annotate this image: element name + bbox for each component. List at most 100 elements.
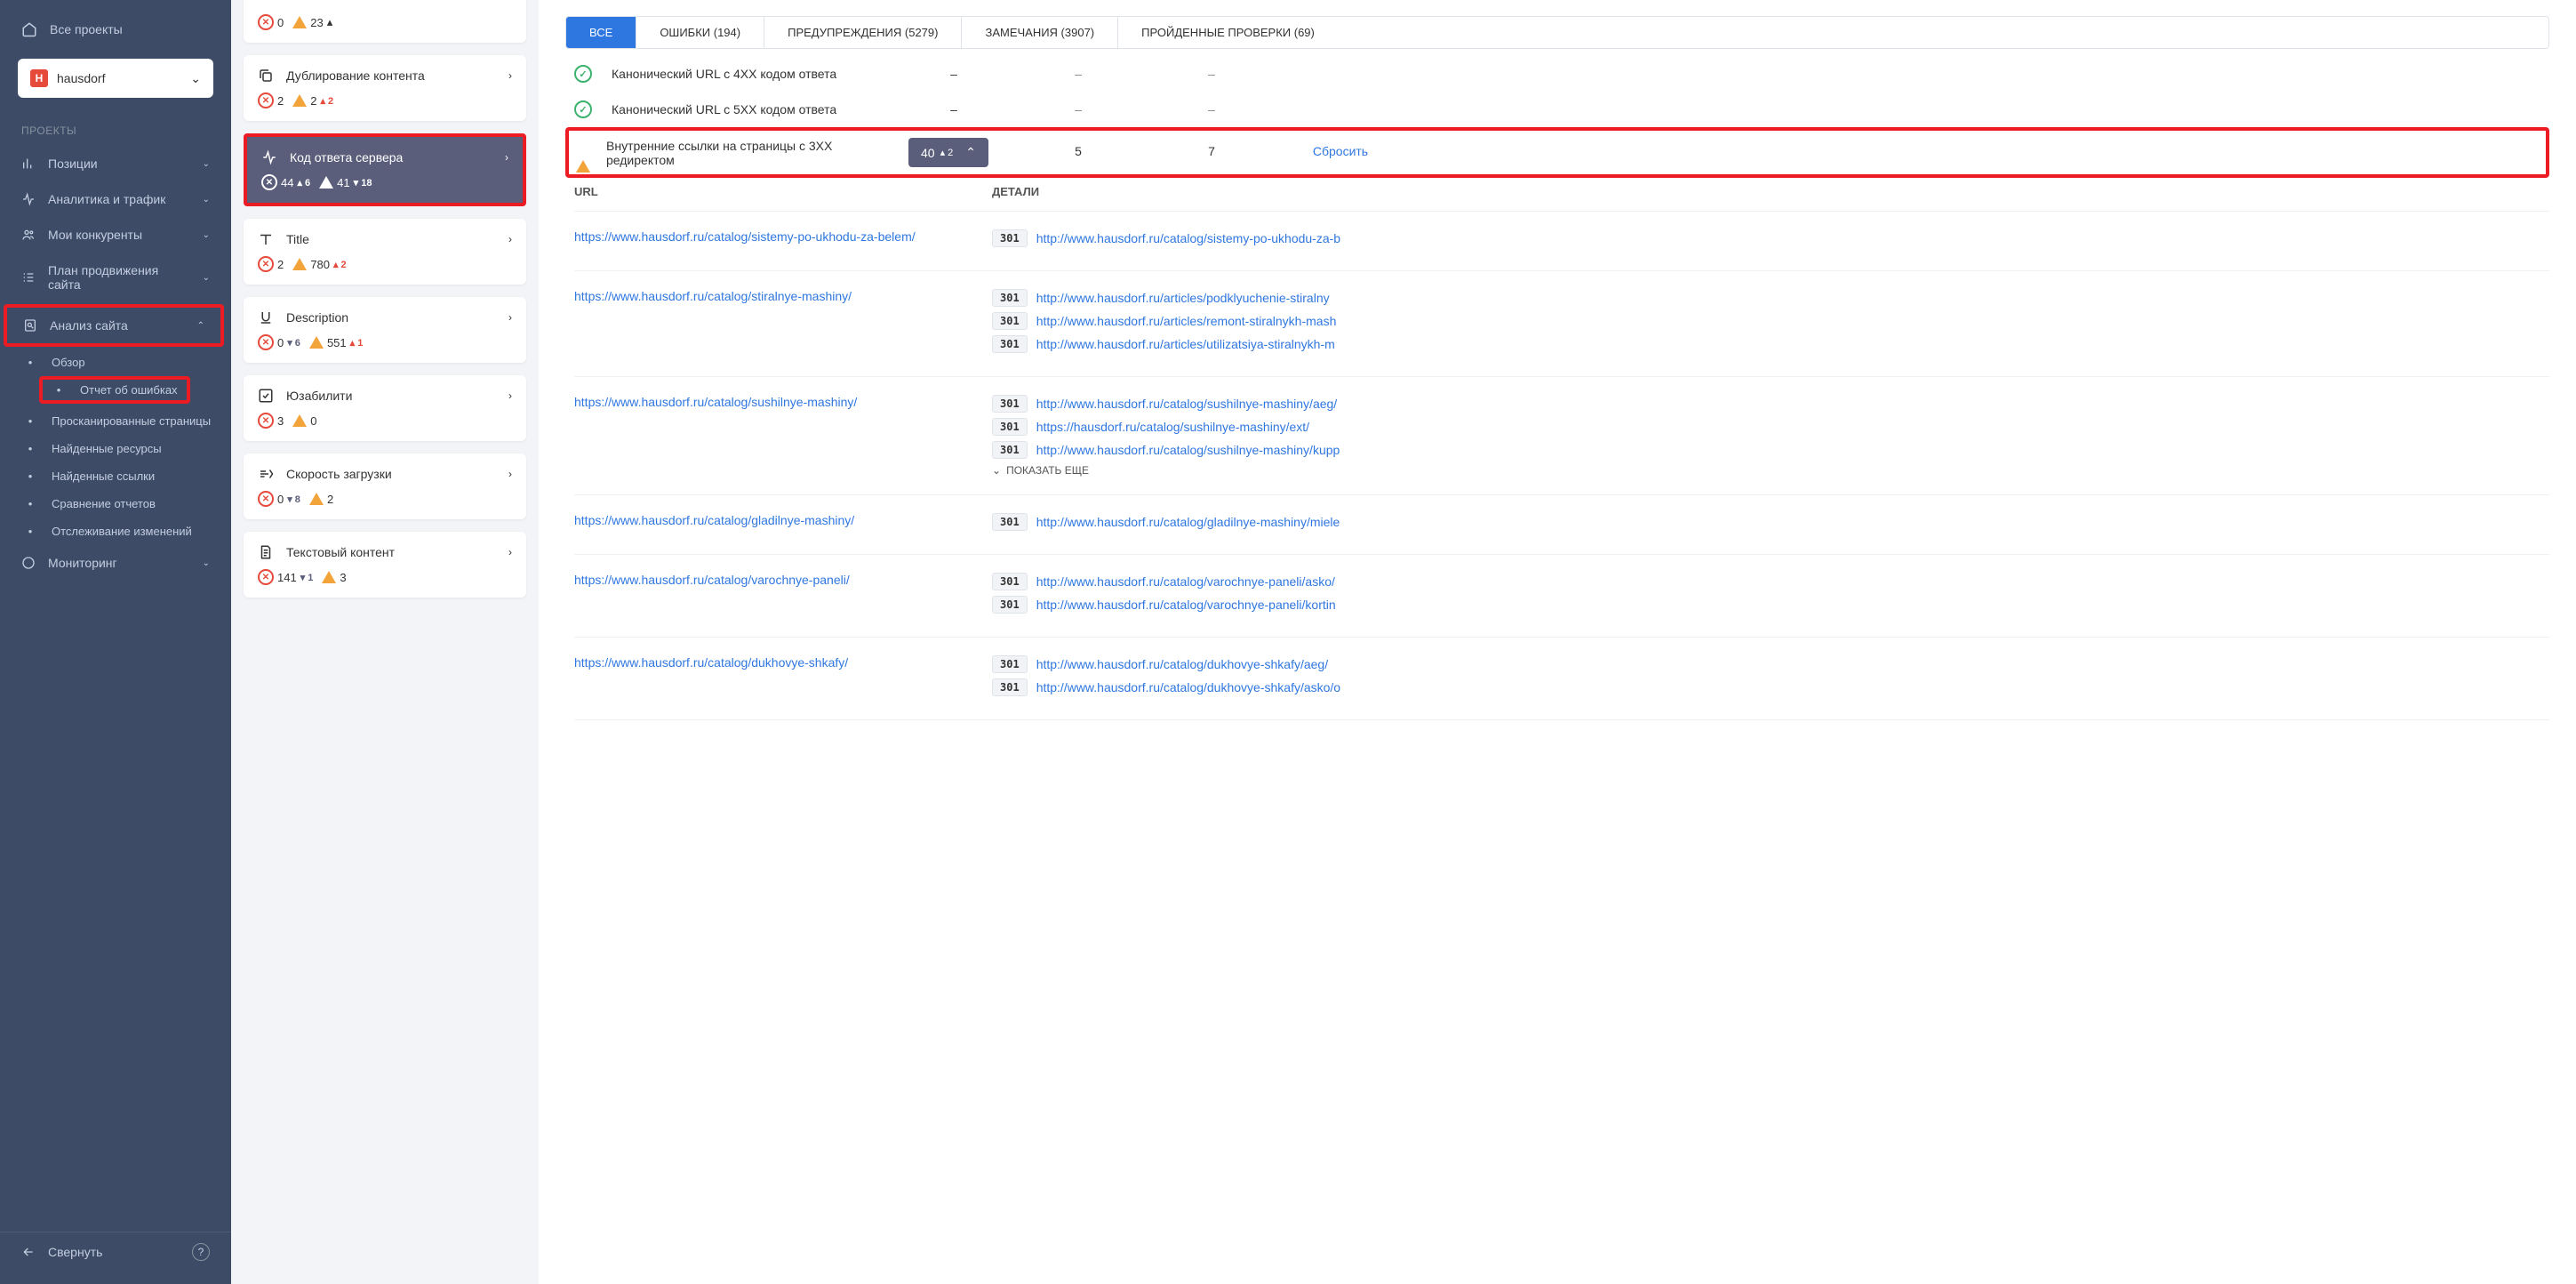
detail-link[interactable]: http://www.hausdorf.ru/catalog/varochnye… [1036,574,1335,589]
document-icon [258,544,274,560]
detail-link[interactable]: http://www.hausdorf.ru/catalog/sushilnye… [1036,397,1338,411]
chevron-right-icon: › [508,233,512,245]
sub-compare-reports[interactable]: •Сравнение отчетов [21,490,231,518]
detail-line: 301http://www.hausdorf.ru/catalog/sushil… [992,441,2549,459]
status-code-badge: 301 [992,678,1028,696]
category-server-response[interactable]: Код ответа сервера › ✕44▴ 6 41▾ 18 [247,137,523,203]
tab-notices[interactable]: ЗАМЕЧАНИЯ (3907) [962,17,1118,48]
sub-error-report[interactable]: •Отчет об ошибках [43,380,187,400]
issue-canonical-4xx[interactable]: ✓ Канонический URL с 4XX кодом ответа – … [574,56,2549,92]
nav-label: Позиции [48,156,98,171]
sub-label: Найденные ссылки [52,469,155,483]
url-link[interactable]: https://www.hausdorf.ru/catalog/sistemy-… [574,229,916,244]
sub-found-links[interactable]: •Найденные ссылки [21,462,231,490]
sidebar: Все проекты H hausdorf ⌄ ПРОЕКТЫ Позиции… [0,0,231,1284]
nav-positions[interactable]: Позиции ⌄ [0,146,231,181]
detail-link[interactable]: http://www.hausdorf.ru/catalog/sistemy-p… [1036,231,1340,245]
detail-link[interactable]: http://www.hausdorf.ru/articles/podklyuc… [1036,291,1330,305]
category-duplication[interactable]: Дублирование контента › ✕2 2▴ 2 [244,55,526,121]
issue-label: Канонический URL с 4XX кодом ответа [612,67,887,81]
highlight-site-analysis: Анализ сайта ⌃ [4,304,224,347]
project-selector[interactable]: H hausdorf ⌄ [18,59,213,98]
tab-all[interactable]: ВСЕ [566,17,636,48]
reset-link[interactable]: Сбросить [1287,144,1394,158]
help-icon[interactable]: ? [192,1243,210,1261]
copy-icon [258,68,274,84]
col-val: – [1020,67,1136,81]
url-link[interactable]: https://www.hausdorf.ru/catalog/dukhovye… [574,655,848,670]
url-link[interactable]: https://www.hausdorf.ru/catalog/stiralny… [574,289,852,303]
tab-passed[interactable]: ПРОЙДЕННЫЕ ПРОВЕРКИ (69) [1118,17,1338,48]
detail-link[interactable]: http://www.hausdorf.ru/articles/utilizat… [1036,337,1335,351]
err-count: 0 [277,493,284,506]
issues-list: ✓ Канонический URL с 4XX кодом ответа – … [539,56,2576,167]
category-usability[interactable]: Юзабилити › ✕3 0 [244,375,526,441]
delta: ▾ 18 [354,177,372,189]
category-title[interactable]: Title › ✕2 780▴ 2 [244,219,526,285]
nav-label: Аналитика и трафик [48,192,165,206]
category-description[interactable]: Description › ✕0▾ 6 551▴ 1 [244,297,526,363]
url-column-header: URL [574,185,992,198]
status-code-badge: 301 [992,312,1028,330]
issue-canonical-5xx[interactable]: ✓ Канонический URL с 5XX кодом ответа – … [574,92,2549,127]
nav-competitors[interactable]: Мои конкуренты ⌄ [0,217,231,253]
col-val [1287,67,1394,81]
check-icon: ✓ [574,100,592,118]
chevron-right-icon: › [508,389,512,402]
status-code-badge: 301 [992,395,1028,413]
sub-label: Отчет об ошибках [80,383,178,397]
err-count: 2 [277,258,284,271]
nav-monitoring[interactable]: Мониторинг ⌄ [0,545,231,581]
url-link[interactable]: https://www.hausdorf.ru/catalog/gladilny… [574,513,854,527]
url-link[interactable]: https://www.hausdorf.ru/catalog/varochny… [574,573,850,587]
nav-promo-plan[interactable]: План продвижения сайта ⌄ [0,253,231,302]
status-code-badge: 301 [992,596,1028,614]
collapse-sidebar[interactable]: Свернуть ? [0,1232,231,1272]
table-row: https://www.hausdorf.ru/catalog/stiralny… [574,271,2549,377]
warn-count: 2 [310,94,316,108]
detail-line: 301 http://www.hausdorf.ru/articles/podkl… [992,289,2549,307]
detail-line: 301 http://www.hausdorf.ru/articles/remon… [992,312,2549,330]
detail-link[interactable]: http://www.hausdorf.ru/catalog/varochnye… [1036,598,1336,612]
nav-site-analysis[interactable]: Анализ сайта ⌃ [7,308,220,343]
project-icon: H [30,69,48,87]
show-more-button[interactable]: ⌄ ПОКАЗАТЬ ЕЩЕ [992,464,2549,477]
sub-overview[interactable]: •Обзор [21,349,231,376]
check-icon: ✓ [574,65,592,83]
err-count: 0 [277,16,284,29]
collapse-label: Свернуть [48,1245,102,1259]
sub-crawled-pages[interactable]: •Просканированные страницы [21,407,231,435]
sub-track-changes[interactable]: •Отслеживание изменений [21,518,231,545]
detail-line: 301http://www.hausdorf.ru/catalog/dukhov… [992,655,2549,673]
category-partial[interactable]: ✕0 23 ▴ [244,0,526,43]
count-badge[interactable]: 40▴ 2⌃ [908,138,988,167]
error-icon: ✕ [258,14,274,30]
url-link[interactable]: https://www.hausdorf.ru/catalog/sushilny… [574,395,857,409]
detail-link[interactable]: http://www.hausdorf.ru/catalog/sushilnye… [1036,443,1340,457]
nav-label: План продвижения сайта [48,263,190,292]
cat-title: Юзабилити [286,389,352,403]
detail-link[interactable]: http://www.hausdorf.ru/catalog/gladilnye… [1036,515,1340,529]
tab-warnings[interactable]: ПРЕДУПРЕЖДЕНИЯ (5279) [764,17,962,48]
all-projects-link[interactable]: Все проекты [0,12,231,46]
chevron-right-icon: › [508,311,512,324]
detail-line: 301http://www.hausdorf.ru/articles/utili… [992,335,2549,353]
sub-label: Сравнение отчетов [52,497,156,510]
status-code-badge: 301 [992,289,1028,307]
warn-count: 23 [310,16,323,29]
detail-link[interactable]: https://hausdorf.ru/catalog/sushilnye-ma… [1036,420,1309,434]
chevron-down-icon: ⌄ [203,230,210,240]
detail-link[interactable]: http://www.hausdorf.ru/catalog/dukhovye-… [1036,680,1340,694]
sub-found-resources[interactable]: •Найденные ресурсы [21,435,231,462]
nav-analytics[interactable]: Аналитика и трафик ⌄ [0,181,231,217]
category-speed[interactable]: Скорость загрузки › ✕0▾ 8 2 [244,453,526,519]
detail-link[interactable]: http://www.hausdorf.ru/articles/remont-s… [1036,314,1337,328]
cat-title: Description [286,310,348,325]
tab-errors[interactable]: ОШИБКИ (194) [636,17,764,48]
err-count: 0 [277,336,284,349]
sidebar-footer: Свернуть ? [0,1232,231,1272]
dot-icon: • [21,356,39,369]
detail-link[interactable]: http://www.hausdorf.ru/catalog/dukhovye-… [1036,657,1328,671]
detail-line: 301http://www.hausdorf.ru/catalog/gladil… [992,513,2549,531]
category-text-content[interactable]: Текстовый контент › ✕141▾ 1 3 [244,532,526,598]
